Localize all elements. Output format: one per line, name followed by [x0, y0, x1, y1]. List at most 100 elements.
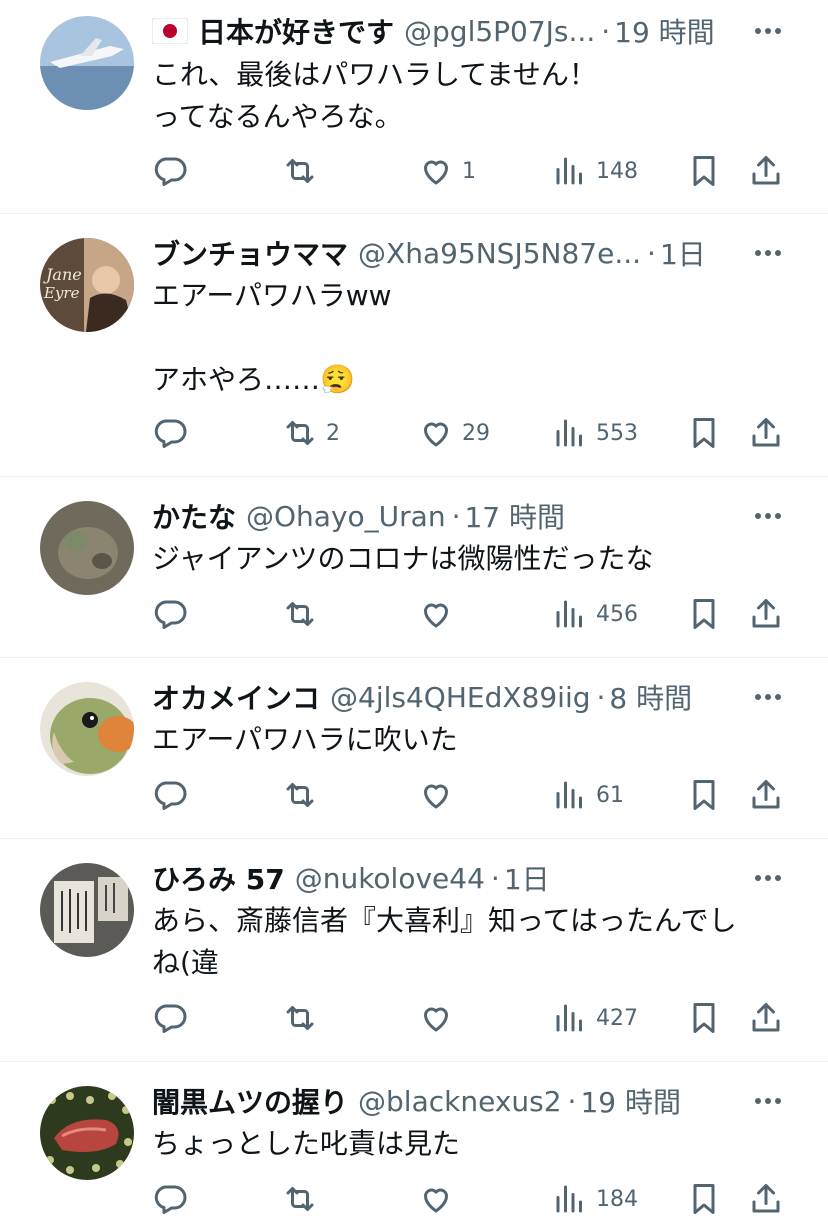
like-button[interactable] — [418, 1177, 462, 1221]
timestamp[interactable]: 8 時間 — [609, 677, 692, 717]
reply-item[interactable]: かたな @Ohayo_Uran · 17 時間 ジャイアンツのコロナは微陽性だっ… — [0, 477, 828, 658]
reply-item[interactable]: Jane Eyre ブンチョウママ @Xha95NSJ5N87e... · 1日 … — [0, 214, 828, 477]
reply-item[interactable]: 日本が好きです @pgl5P07Js... · 19 時間 これ、最後はパワハラ… — [0, 0, 828, 214]
user-name[interactable]: かたな — [152, 496, 236, 536]
share-button[interactable] — [748, 411, 784, 455]
bookmark-button[interactable] — [686, 592, 722, 636]
user-name[interactable]: 闇黒ムツの握り — [152, 1081, 348, 1121]
more-button[interactable] — [748, 501, 788, 531]
more-button[interactable] — [748, 682, 788, 712]
user-handle[interactable]: @pgl5P07Js... — [404, 15, 595, 48]
share-button[interactable] — [748, 773, 784, 817]
user-handle[interactable]: @nukolove44 — [295, 862, 485, 895]
reply-button[interactable] — [152, 592, 188, 636]
views-button[interactable]: 427 — [552, 996, 638, 1040]
share-button[interactable] — [748, 996, 784, 1040]
views-button[interactable]: 456 — [552, 592, 638, 636]
more-button[interactable] — [748, 16, 788, 46]
like-button[interactable] — [418, 773, 462, 817]
more-button[interactable] — [748, 863, 788, 893]
views-button[interactable]: 184 — [552, 1177, 638, 1221]
reply-icon — [154, 1185, 187, 1214]
more-button[interactable] — [748, 1086, 788, 1116]
action-bar: 2 29 553 — [152, 411, 792, 455]
action-bar: 61 — [152, 773, 792, 817]
user-name[interactable]: オカメインコ — [152, 677, 320, 717]
reply-button[interactable] — [152, 996, 188, 1040]
svg-text:Eyre: Eyre — [43, 284, 80, 302]
views-icon — [556, 600, 582, 628]
retweet-button[interactable] — [282, 592, 326, 636]
svg-text:Jane: Jane — [43, 265, 82, 284]
user-handle[interactable]: @4jls4QHEdX89iig — [330, 681, 590, 714]
share-button[interactable] — [748, 1177, 784, 1221]
timestamp[interactable]: 19 時間 — [580, 1081, 681, 1121]
retweet-button[interactable] — [282, 996, 326, 1040]
retweet-icon — [286, 783, 314, 807]
reply-button[interactable] — [152, 411, 188, 455]
like-button[interactable] — [418, 996, 462, 1040]
reply-item[interactable]: 闇黒ムツの握り @blacknexus2 · 19 時間 ちょっとした叱責は見た… — [0, 1062, 828, 1232]
reply-item[interactable]: ひろみ 57 @nukolove44 · 1日 あら、斎藤信者『大喜利』知っては… — [0, 839, 828, 1062]
retweet-icon — [286, 1006, 314, 1030]
views-count: 427 — [596, 1005, 638, 1031]
bookmark-icon — [693, 599, 715, 629]
user-name[interactable]: 日本が好きです — [198, 11, 394, 51]
reply-icon — [154, 781, 187, 810]
separator-dot: · — [451, 499, 461, 533]
bookmark-button[interactable] — [686, 996, 722, 1040]
views-button[interactable]: 61 — [552, 773, 624, 817]
retweet-button[interactable]: 2 — [282, 411, 340, 455]
more-icon — [755, 694, 781, 700]
timestamp[interactable]: 17 時間 — [464, 496, 565, 536]
bookmark-button[interactable] — [686, 411, 722, 455]
user-name[interactable]: ひろみ 57 — [152, 858, 285, 898]
more-icon — [755, 250, 781, 256]
views-button[interactable]: 553 — [552, 411, 638, 455]
retweet-button[interactable] — [282, 1177, 326, 1221]
bookmark-button[interactable] — [686, 1177, 722, 1221]
timestamp[interactable]: 19 時間 — [614, 11, 715, 51]
avatar[interactable] — [40, 863, 134, 957]
separator-dot: · — [567, 1084, 577, 1118]
avatar[interactable]: Jane Eyre — [40, 238, 134, 332]
like-button[interactable]: 29 — [418, 411, 490, 455]
reply-button[interactable] — [152, 149, 188, 193]
bookmark-icon — [693, 780, 715, 810]
like-icon — [424, 1007, 448, 1032]
reply-item[interactable]: オカメインコ @4jls4QHEdX89iig · 8 時間 エアーパワハラに吹… — [0, 658, 828, 839]
bookmark-icon — [693, 156, 715, 186]
reply-button[interactable] — [152, 1177, 188, 1221]
avatar[interactable] — [40, 1086, 134, 1180]
avatar[interactable] — [40, 682, 134, 776]
retweet-button[interactable] — [282, 773, 326, 817]
avatar[interactable] — [40, 16, 134, 110]
retweet-count: 2 — [326, 420, 340, 446]
reply-text: エアーパワハラww アホやろ……😮‍💨 — [152, 279, 392, 396]
like-button[interactable] — [418, 592, 462, 636]
share-button[interactable] — [748, 592, 784, 636]
like-button[interactable]: 1 — [418, 149, 476, 193]
japan-flag-icon — [152, 18, 188, 44]
retweet-button[interactable] — [282, 149, 326, 193]
separator-dot: · — [647, 236, 656, 270]
user-handle[interactable]: @Xha95NSJ5N87e... — [358, 237, 641, 270]
bookmark-button[interactable] — [686, 149, 722, 193]
share-button[interactable] — [748, 149, 784, 193]
views-button[interactable]: 148 — [552, 149, 638, 193]
more-button[interactable] — [748, 238, 788, 268]
bookmark-button[interactable] — [686, 773, 722, 817]
user-handle[interactable]: @blacknexus2 — [358, 1085, 562, 1118]
action-bar: 427 — [152, 996, 792, 1040]
timestamp[interactable]: 1日 — [660, 233, 706, 273]
views-icon — [556, 157, 582, 185]
avatar[interactable] — [40, 501, 134, 595]
action-bar: 1 148 — [152, 149, 792, 193]
timestamp[interactable]: 1日 — [504, 858, 550, 898]
user-name[interactable]: ブンチョウママ — [152, 233, 348, 273]
reply-button[interactable] — [152, 773, 188, 817]
reply-text: エアーパワハラに吹いた — [152, 723, 458, 756]
action-bar: 184 — [152, 1177, 792, 1221]
user-handle[interactable]: @Ohayo_Uran — [246, 500, 446, 533]
separator-dot: · — [490, 861, 500, 895]
